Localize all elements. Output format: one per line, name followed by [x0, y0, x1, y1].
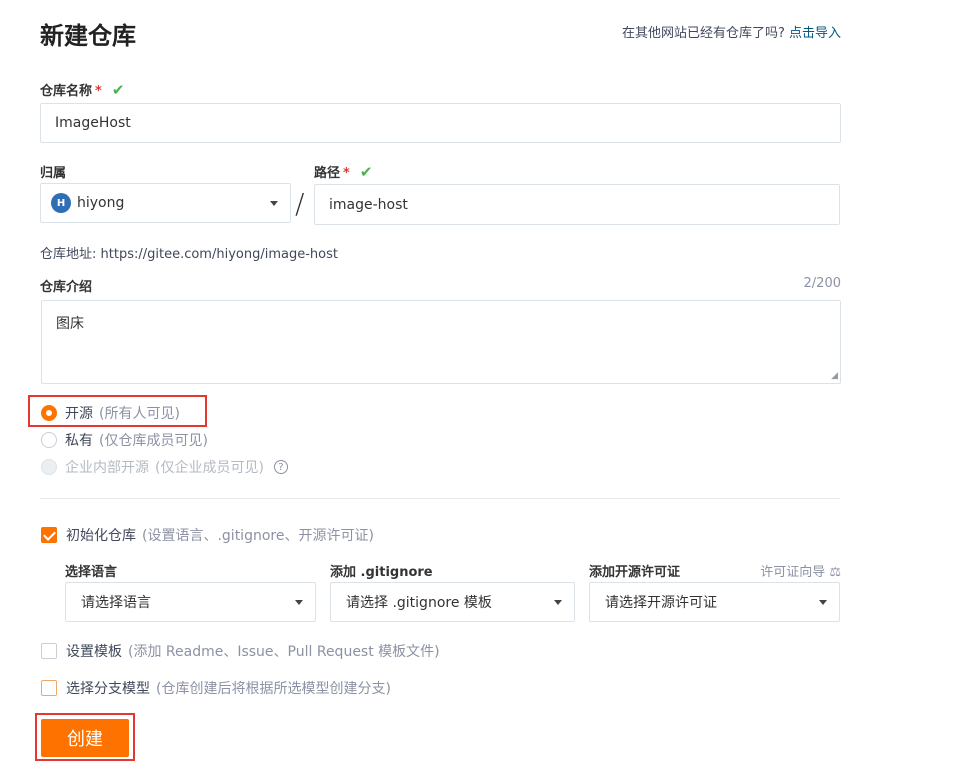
option-label: 企业内部开源: [65, 460, 149, 476]
license-label: 添加开源许可证: [589, 565, 681, 580]
import-link[interactable]: 点击导入: [789, 26, 841, 41]
checkbox-hint: (添加 Readme、Issue、Pull Request 模板文件): [128, 644, 440, 660]
template-checkbox[interactable]: 设置模板 (添加 Readme、Issue、Pull Request 模板文件): [41, 641, 440, 661]
caret-down-icon: [295, 599, 303, 605]
radio-disabled-icon: [41, 459, 57, 475]
license-select[interactable]: 请选择开源许可证: [589, 582, 840, 622]
language-label: 选择语言: [65, 565, 118, 580]
path-input[interactable]: image-host: [314, 184, 840, 225]
check-icon: ✔: [359, 163, 373, 181]
checkbox-label: 选择分支模型: [66, 681, 150, 697]
checkbox-icon: [41, 643, 57, 659]
visibility-option-public[interactable]: 开源 (所有人可见): [41, 403, 180, 423]
visibility-option-private[interactable]: 私有 (仅仓库成员可见): [41, 430, 208, 450]
license-wizard-text: 许可证向导: [760, 565, 826, 580]
option-hint: (仅企业成员可见): [155, 460, 264, 476]
option-hint: (仅仓库成员可见): [99, 433, 208, 449]
repo-name-label: 仓库名称 * ✔: [40, 80, 124, 99]
owner-select[interactable]: H hiyong: [40, 183, 291, 223]
create-button[interactable]: 创建: [41, 719, 129, 757]
gitignore-label: 添加 .gitignore: [330, 565, 433, 580]
checkbox-hint: (仓库创建后将根据所选模型创建分支): [156, 681, 391, 697]
gitignore-select[interactable]: 请选择 .gitignore 模板: [330, 582, 575, 622]
divider: [40, 498, 840, 499]
init-repo-checkbox[interactable]: 初始化仓库 (设置语言、.gitignore、开源许可证): [41, 525, 374, 545]
checkbox-icon: [41, 680, 57, 696]
description-counter: 2/200: [803, 276, 841, 291]
resize-handle-icon[interactable]: ◢: [831, 372, 838, 381]
checkbox-label: 初始化仓库: [66, 528, 136, 544]
description-value: 图床: [56, 316, 84, 332]
owner-value: hiyong: [77, 195, 125, 211]
branch-model-checkbox[interactable]: 选择分支模型 (仓库创建后将根据所选模型创建分支): [41, 678, 391, 698]
required-mark: *: [343, 166, 350, 181]
caret-down-icon: [270, 200, 278, 206]
path-separator: /: [295, 187, 305, 220]
repo-name-label-text: 仓库名称: [40, 84, 93, 99]
scale-icon: ⚖: [829, 565, 841, 580]
option-label: 开源: [65, 406, 93, 422]
repo-name-input[interactable]: ImageHost: [40, 103, 841, 143]
caret-down-icon: [819, 599, 827, 605]
description-label: 仓库介绍: [40, 280, 93, 295]
gitignore-placeholder: 请选择 .gitignore 模板: [346, 595, 492, 611]
option-label: 私有: [65, 433, 93, 449]
path-label: 路径 * ✔: [314, 162, 372, 181]
check-icon: ✔: [111, 81, 125, 99]
radio-selected-icon: [41, 405, 57, 421]
checkbox-hint: (设置语言、.gitignore、开源许可证): [142, 528, 374, 544]
radio-icon: [41, 432, 57, 448]
license-wizard-link[interactable]: 许可证向导 ⚖: [760, 561, 841, 580]
description-textarea[interactable]: 图床 ◢: [41, 300, 841, 384]
path-label-text: 路径: [314, 166, 341, 181]
page-title: 新建仓库: [40, 22, 136, 50]
help-icon[interactable]: ?: [273, 460, 288, 474]
required-mark: *: [95, 84, 102, 99]
import-hint-text: 在其他网站已经有仓库了吗?: [621, 26, 785, 41]
language-select[interactable]: 请选择语言: [65, 582, 316, 622]
visibility-option-enterprise: 企业内部开源 (仅企业成员可见) ?: [41, 457, 288, 477]
option-hint: (所有人可见): [99, 406, 180, 422]
checkbox-checked-icon: [41, 527, 57, 543]
language-placeholder: 请选择语言: [81, 595, 151, 611]
owner-label: 归属: [40, 166, 67, 181]
license-placeholder: 请选择开源许可证: [605, 595, 717, 611]
repo-address: 仓库地址: https://gitee.com/hiyong/image-hos…: [40, 247, 338, 262]
import-hint: 在其他网站已经有仓库了吗? 点击导入: [622, 22, 841, 41]
caret-down-icon: [554, 599, 562, 605]
avatar: H: [51, 193, 71, 213]
checkbox-label: 设置模板: [66, 644, 122, 660]
